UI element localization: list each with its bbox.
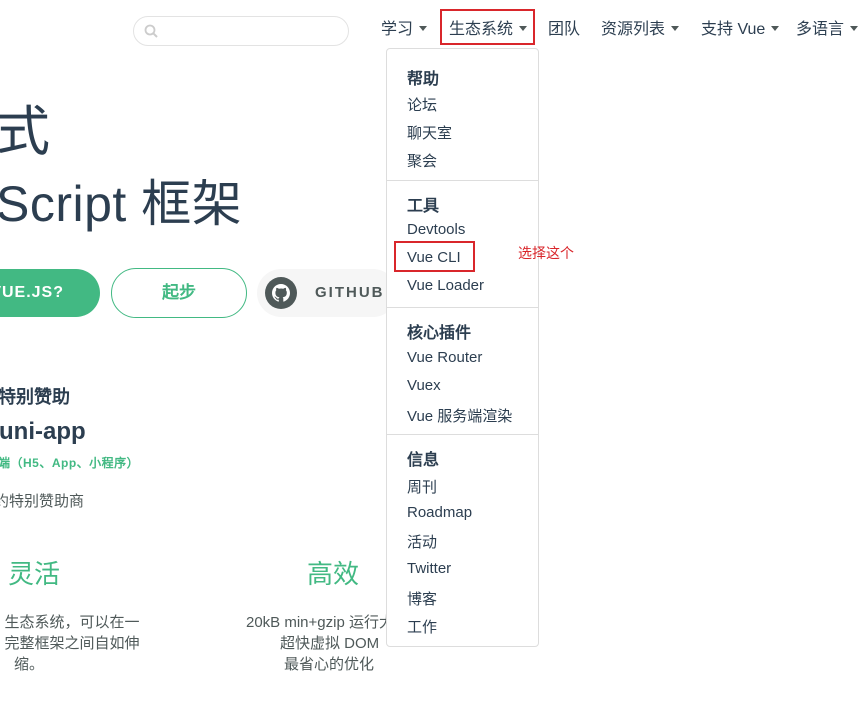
dropdown-heading-help: 帮助 [407, 71, 440, 88]
sponsor-subtitle: 端（H5、App、小程序） [0, 456, 140, 470]
feature-desc-line: 完整框架之间自如伸 [4, 635, 140, 652]
hero-title-line1: 式 [0, 102, 50, 162]
dropdown-item-vuex[interactable]: Vuex [407, 377, 441, 394]
feature-desc-line: 缩。 [14, 656, 45, 673]
nav-support-label: 支持 Vue [701, 21, 766, 38]
dropdown-item-twitter[interactable]: Twitter [407, 560, 451, 577]
nav-team-label: 团队 [548, 21, 581, 38]
dropdown-item-devtools[interactable]: Devtools [407, 221, 465, 238]
github-button-label: GITHUB [315, 284, 385, 301]
dropdown-item-blog[interactable]: 博客 [407, 588, 437, 609]
search-input[interactable] [164, 20, 338, 42]
why-vue-button[interactable]: VUE.JS? [0, 269, 100, 317]
nav-resources-label: 资源列表 [601, 21, 666, 38]
ecosystem-highlight-box [440, 9, 535, 45]
github-button[interactable]: GITHUB [257, 269, 397, 317]
dropdown-divider [387, 180, 538, 181]
feature-desc-line: 生态系统，可以在一 [4, 614, 140, 631]
dropdown-heading-news: 信息 [407, 452, 440, 469]
search-box[interactable] [133, 16, 349, 46]
dropdown-item-jobs[interactable]: 工作 [407, 616, 437, 637]
caret-down-icon [671, 26, 680, 32]
hero-title-line2: Script 框架 [0, 176, 243, 232]
sponsor-note[interactable]: 约特别赞助商 [0, 490, 84, 511]
caret-down-icon [850, 26, 859, 32]
nav-resources[interactable]: 资源列表 [601, 18, 680, 42]
dropdown-item-forum[interactable]: 论坛 [407, 94, 437, 115]
dropdown-heading-core-plugins: 核心插件 [407, 325, 472, 342]
feature-title-flexible: 灵活 [8, 559, 61, 589]
dropdown-item-chat[interactable]: 聊天室 [407, 122, 452, 143]
nav-languages-label: 多语言 [796, 21, 845, 38]
nav-team[interactable]: 团队 [548, 18, 580, 42]
sponsor-name[interactable]: uni-app [0, 418, 86, 446]
dropdown-item-vue-ssr[interactable]: Vue 服务端渲染 [407, 405, 512, 426]
sponsor-title: 特别赞助 [0, 387, 70, 407]
dropdown-item-vue-loader[interactable]: Vue Loader [407, 277, 484, 294]
dropdown-divider [387, 307, 538, 308]
dropdown-item-events[interactable]: 活动 [407, 531, 437, 552]
dropdown-item-roadmap[interactable]: Roadmap [407, 504, 472, 521]
nav-learn-label: 学习 [381, 21, 414, 38]
search-icon [144, 24, 158, 38]
annotation-note: 选择这个 [518, 245, 574, 261]
caret-down-icon [771, 26, 780, 32]
dropdown-item-meetups[interactable]: 聚会 [407, 150, 437, 171]
github-icon [265, 277, 297, 309]
feature-title-efficient: 高效 [307, 559, 360, 589]
feature-desc-line: 最省心的优化 [284, 656, 375, 673]
caret-down-icon [419, 26, 428, 32]
dropdown-divider [387, 434, 538, 435]
get-started-button[interactable]: 起步 [111, 268, 247, 318]
dropdown-item-vue-router[interactable]: Vue Router [407, 349, 482, 366]
nav-support[interactable]: 支持 Vue [701, 18, 780, 42]
ecosystem-dropdown: 帮助 论坛 聊天室 聚会 工具 Devtools Vue CLI Vue Loa… [386, 48, 539, 647]
nav-learn[interactable]: 学习 [381, 18, 428, 42]
dropdown-heading-tools: 工具 [407, 198, 440, 215]
feature-desc-flexible: 生态系统，可以在一 完整框架之间自如伸 缩。 [0, 612, 152, 675]
vue-cli-highlight-box [394, 241, 475, 272]
dropdown-item-weekly[interactable]: 周刊 [407, 476, 437, 497]
nav-languages[interactable]: 多语言 [796, 18, 859, 42]
